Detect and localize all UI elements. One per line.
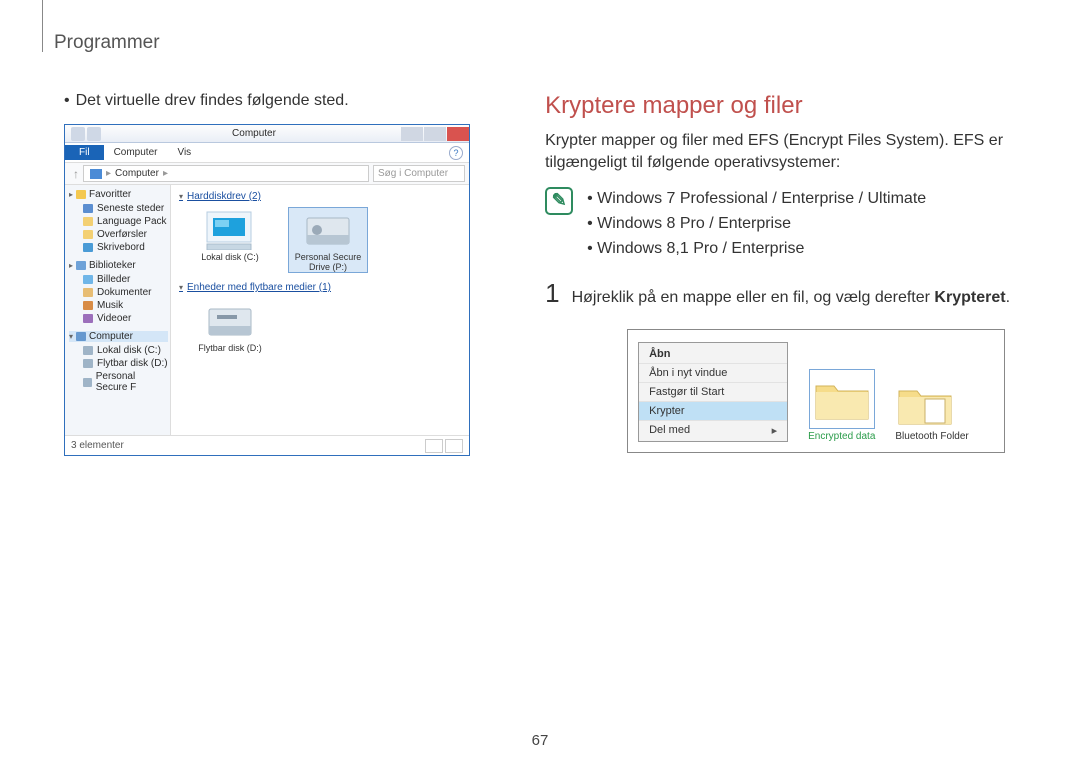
search-input[interactable]: Søg i Computer — [373, 165, 465, 182]
nav-forward-icon[interactable] — [87, 127, 101, 141]
drive-personal-secure[interactable]: Personal Secure Drive (P:) — [289, 208, 367, 272]
sidebar-item[interactable]: Personal Secure F — [69, 370, 168, 394]
drive-removable-d[interactable]: Flytbar disk (D:) — [191, 299, 269, 353]
ctx-share[interactable]: Del med — [639, 420, 787, 439]
sidebar-item[interactable]: Billeder — [69, 273, 168, 286]
drive-icon — [205, 301, 255, 341]
sidebar-item[interactable]: Lokal disk (C:) — [69, 344, 168, 357]
breadcrumb-text: Computer — [115, 168, 159, 179]
help-icon[interactable]: ? — [449, 146, 463, 160]
ctx-encrypt[interactable]: Krypter — [639, 401, 787, 420]
explorer-window: Computer Fil Computer Vis ? ↑ ▸ Computer — [64, 124, 470, 456]
ribbon-view-tab[interactable]: Vis — [167, 147, 201, 158]
page-number: 67 — [532, 732, 549, 749]
ctx-pin[interactable]: Fastgør til Start — [639, 382, 787, 401]
ctx-open-new[interactable]: Åbn i nyt vindue — [639, 363, 787, 382]
sidebar-item[interactable]: Flytbar disk (D:) — [69, 357, 168, 370]
close-button[interactable] — [447, 127, 469, 141]
minimize-button[interactable] — [401, 127, 423, 141]
folder-icon — [812, 376, 872, 424]
sidebar-libraries[interactable]: ▸Biblioteker — [69, 260, 168, 271]
context-menu: Åbn Åbn i nyt vindue Fastgør til Start K… — [638, 342, 788, 442]
maximize-button[interactable] — [424, 127, 446, 141]
virtual-drive-text: •Det virtuelle drev findes følgende sted… — [64, 92, 515, 110]
sidebar-favorites[interactable]: ▸Favoritter — [69, 189, 168, 200]
header-divider — [42, 0, 43, 52]
sidebar-item[interactable]: Dokumenter — [69, 286, 168, 299]
ribbon-computer-tab[interactable]: Computer — [104, 147, 168, 158]
drive-icon — [205, 210, 255, 250]
os-list: Windows 7 Professional / Enterprise / Ul… — [587, 187, 926, 261]
window-title: Computer — [107, 128, 401, 139]
context-menu-screenshot: Åbn Åbn i nyt vindue Fastgør til Start K… — [627, 329, 1005, 453]
file-tab[interactable]: Fil — [65, 145, 104, 160]
sidebar-item[interactable]: Overførsler — [69, 228, 168, 241]
computer-icon — [90, 169, 102, 179]
drive-local-c[interactable]: Lokal disk (C:) — [191, 208, 269, 272]
intro-text: Krypter mapper og filer med EFS (Encrypt… — [545, 130, 1030, 173]
sidebar-item[interactable]: Skrivebord — [69, 241, 168, 254]
folder-icon — [895, 381, 955, 429]
step-1-text: Højreklik på en mappe eller en fil, og v… — [572, 289, 1010, 307]
bluetooth-folder[interactable]: Bluetooth Folder — [895, 381, 968, 442]
breadcrumb[interactable]: ▸ Computer ▸ — [83, 165, 369, 182]
view-large-icon[interactable] — [445, 439, 463, 453]
step-number-1: 1 — [545, 278, 559, 309]
group-removable[interactable]: ▾Enheder med flytbare medier (1) — [179, 282, 461, 293]
ctx-open[interactable]: Åbn — [639, 345, 787, 363]
page-header: Programmer — [54, 32, 1030, 54]
sidebar-computer[interactable]: ▾Computer — [69, 331, 168, 342]
nav-back-icon[interactable] — [71, 127, 85, 141]
sidebar-item[interactable]: Seneste steder — [69, 202, 168, 215]
status-bar: 3 elementer — [65, 435, 469, 455]
section-title: Kryptere mapper og filer — [545, 92, 1030, 120]
group-hdd[interactable]: ▾Harddiskdrev (2) — [179, 191, 461, 202]
drive-icon — [303, 210, 353, 250]
encrypted-folder[interactable]: Encrypted data — [808, 370, 875, 442]
view-details-icon[interactable] — [425, 439, 443, 453]
sidebar-item[interactable]: Videoer — [69, 312, 168, 325]
sidebar: ▸Favoritter Seneste steder Language Pack… — [65, 185, 171, 435]
sidebar-item[interactable]: Musik — [69, 299, 168, 312]
content-pane: ▾Harddiskdrev (2) Lokal disk (C:) — [171, 185, 469, 435]
up-icon[interactable]: ↑ — [69, 167, 83, 181]
note-icon: ✎ — [545, 187, 573, 215]
sidebar-item[interactable]: Language Pack — [69, 215, 168, 228]
